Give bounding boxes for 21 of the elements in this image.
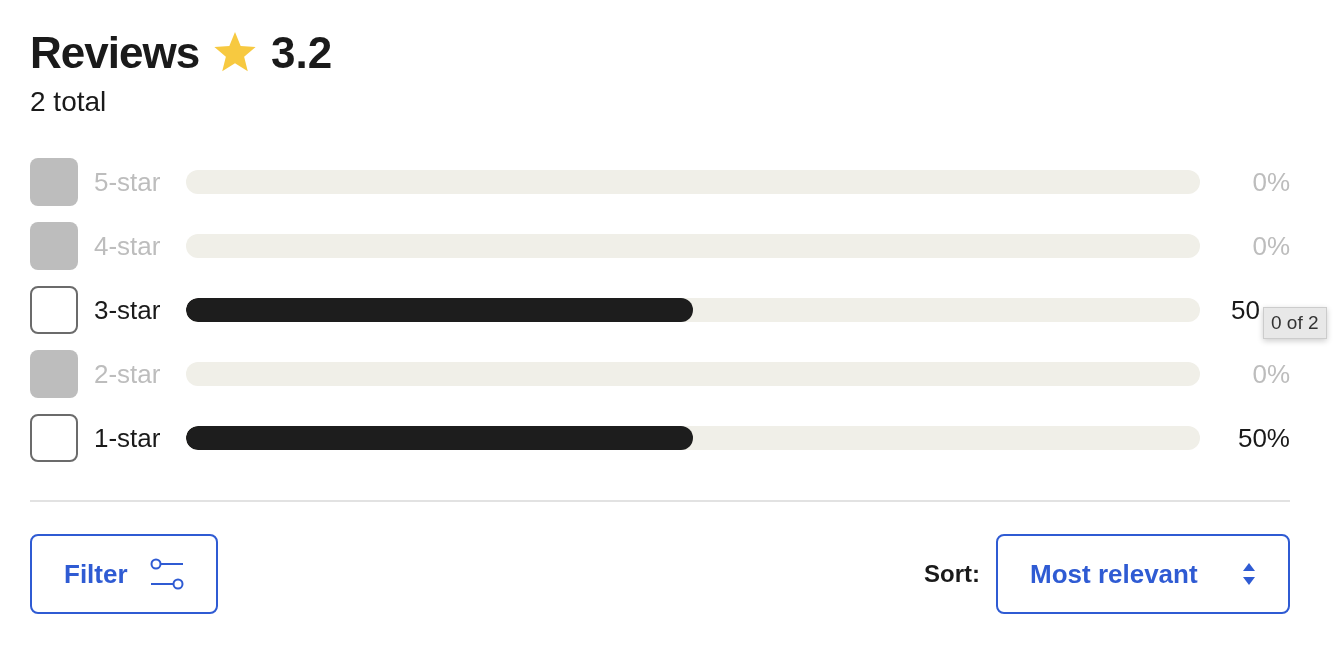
sort-label: Sort: xyxy=(924,560,980,588)
star-icon xyxy=(213,32,258,74)
percentage: 0% xyxy=(1252,358,1290,390)
average-rating: 3.2 xyxy=(271,28,333,78)
percentage: 0% xyxy=(1252,166,1290,198)
star-label: 3-star xyxy=(94,294,162,326)
star-label: 1-star xyxy=(94,422,162,454)
star-label: 2-star xyxy=(94,358,162,390)
sliders-icon xyxy=(149,557,184,591)
tooltip: 0 of 2 xyxy=(1263,306,1327,339)
checkbox[interactable] xyxy=(30,286,78,334)
filter-button[interactable]: Filter xyxy=(30,534,218,614)
percentage: 50% xyxy=(1237,422,1290,454)
star-label: 4-star xyxy=(94,230,162,262)
star-label: 5-star xyxy=(94,166,162,198)
review-count: 2 total xyxy=(30,86,108,118)
reviews-title: Reviews xyxy=(30,28,200,78)
sort-dropdown[interactable]: Most relevant xyxy=(996,534,1290,614)
updown-caret-icon xyxy=(1242,563,1256,585)
checkbox[interactable] xyxy=(30,414,78,462)
percentage: 0% xyxy=(1252,230,1290,262)
